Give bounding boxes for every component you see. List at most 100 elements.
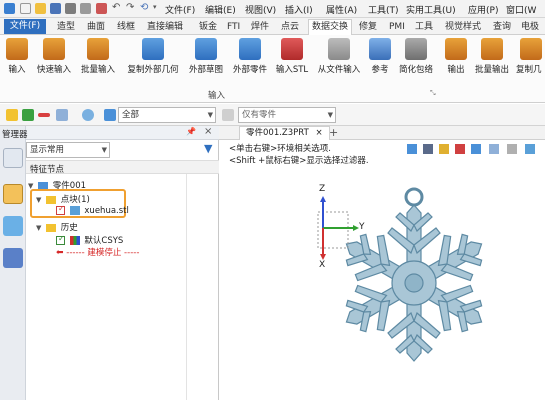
funnel-icon[interactable]: ▼ bbox=[204, 142, 212, 155]
pin-icon[interactable]: 📌 bbox=[186, 127, 196, 136]
menu-insert[interactable]: 插入(I) bbox=[285, 3, 313, 16]
close-tab-icon[interactable]: × bbox=[315, 128, 322, 138]
copy-geometry-export-button[interactable]: 复制几 bbox=[516, 38, 545, 75]
select-arrow-icon[interactable] bbox=[6, 109, 18, 121]
save-all-icon[interactable] bbox=[65, 3, 76, 14]
history-manager-icon[interactable] bbox=[3, 148, 23, 168]
batch-export-label: 批量输出 bbox=[474, 65, 509, 75]
reference-button[interactable]: 参考 bbox=[368, 38, 392, 75]
tab-data-exchange[interactable]: 数据交换 bbox=[308, 19, 353, 35]
manager-header: 管理器 📌 × bbox=[2, 126, 219, 140]
tab-electrode[interactable]: 电极 bbox=[518, 20, 542, 34]
folder-icon bbox=[46, 223, 57, 232]
stl-icon bbox=[281, 38, 303, 60]
external-part-button[interactable]: 外部零件 bbox=[230, 38, 270, 75]
quick-import-button[interactable]: 快速输入 bbox=[34, 38, 74, 75]
tree-history[interactable]: ▼ 历史 bbox=[36, 221, 78, 233]
menu-window[interactable]: 窗口(W bbox=[506, 3, 536, 16]
feature-node-header: 特征节点 bbox=[30, 165, 65, 175]
display-filter-select[interactable]: 显示常用 ▼ bbox=[26, 142, 110, 158]
save-icon[interactable] bbox=[50, 3, 61, 14]
view-manager-icon[interactable] bbox=[3, 216, 23, 236]
tab-weldment[interactable]: 焊件 bbox=[248, 20, 272, 34]
filter-toolbar: 全部 ▼ 仅有零件 ▼ bbox=[0, 104, 545, 126]
ribbon-tab-bar: 文件(F) 造型 曲面 线框 直接编辑 钣金 FTI 焊件 点云 数据交换 修复… bbox=[0, 18, 545, 35]
new-file-icon[interactable] bbox=[20, 3, 31, 14]
import-stl-button[interactable]: 输入STL bbox=[274, 38, 310, 75]
batch-import-button[interactable]: 批量输入 bbox=[78, 38, 118, 75]
export-label: 输出 bbox=[447, 65, 465, 75]
expand-arrow-icon[interactable]: ▼ bbox=[36, 196, 41, 204]
tab-fti[interactable]: FTI bbox=[224, 20, 243, 34]
simplify-wrap-button[interactable]: 简化包络 bbox=[396, 38, 436, 75]
tab-point-cloud[interactable]: 点云 bbox=[278, 20, 302, 34]
filter-funnel-icon[interactable] bbox=[222, 109, 234, 121]
display-filter-value: 显示常用 bbox=[30, 145, 65, 155]
group-expand-icon[interactable]: ⤡ bbox=[430, 89, 436, 98]
manager-title: 管理器 bbox=[2, 130, 28, 140]
add-icon[interactable] bbox=[22, 109, 34, 121]
snowflake-model[interactable] bbox=[332, 187, 496, 362]
checkbox-checked[interactable]: ✓ bbox=[56, 204, 65, 215]
batch-import-icon bbox=[87, 38, 109, 60]
tree-stl-file[interactable]: ✓ xuehua.stl bbox=[56, 204, 129, 216]
close-icon[interactable]: × bbox=[204, 126, 212, 137]
graphics-viewport[interactable]: <单击右键>环境相关选项. <Shift +鼠标右键>显示选择过滤器. Z Y … bbox=[219, 140, 545, 400]
menu-utilities[interactable]: 实用工具(U) bbox=[406, 3, 456, 16]
cut-icon[interactable] bbox=[96, 3, 107, 14]
tab-wireframe[interactable]: 线框 bbox=[114, 20, 138, 34]
add-tab-icon[interactable]: + bbox=[329, 126, 338, 139]
tab-sheet-metal[interactable]: 钣金 bbox=[196, 20, 220, 34]
cube-filter-icon[interactable] bbox=[104, 109, 116, 121]
pick-icon[interactable] bbox=[82, 109, 94, 121]
app-logo-icon[interactable] bbox=[4, 3, 15, 14]
tab-surface[interactable]: 曲面 bbox=[84, 20, 108, 34]
menu-view[interactable]: 视图(V) bbox=[245, 3, 276, 16]
filter-all-select[interactable]: 全部 ▼ bbox=[118, 107, 216, 123]
menu-apps[interactable]: 应用(P) bbox=[468, 3, 498, 16]
external-sketch-label: 外部草图 bbox=[188, 65, 223, 75]
batch-export-icon bbox=[481, 38, 503, 60]
redo-icon[interactable]: ↷ bbox=[126, 2, 134, 13]
import-label: 输入 bbox=[8, 65, 26, 75]
tree-default-csys[interactable]: ✓ 默认CSYS bbox=[56, 234, 123, 246]
checkbox-checked[interactable]: ✓ bbox=[56, 234, 65, 245]
menu-file[interactable]: 文件(F) bbox=[165, 3, 195, 16]
menu-tools[interactable]: 工具(T) bbox=[368, 3, 399, 16]
tree-build-stop[interactable]: ⬅ ------ 建模停止 ----- bbox=[56, 246, 139, 258]
undo-icon[interactable]: ↶ bbox=[112, 2, 120, 13]
tab-repair[interactable]: 修复 bbox=[356, 20, 380, 34]
mesh-icon bbox=[69, 206, 80, 215]
assembly-manager-icon[interactable] bbox=[3, 184, 23, 204]
title-bar: ↶ ↷ ⟲ ▾ 文件(F) 编辑(E) 视图(V) 插入(I) 属性(A) 工具… bbox=[0, 0, 545, 18]
tab-direct-edit[interactable]: 直接编辑 bbox=[144, 20, 186, 34]
remove-icon[interactable] bbox=[38, 113, 50, 117]
menu-attribute[interactable]: 属性(A) bbox=[326, 3, 357, 16]
tab-pmi[interactable]: PMI bbox=[386, 20, 408, 34]
user-icon[interactable] bbox=[3, 248, 23, 268]
external-sketch-button[interactable]: 外部草图 bbox=[186, 38, 226, 75]
tab-query[interactable]: 查询 bbox=[490, 20, 514, 34]
tab-modeling[interactable]: 造型 bbox=[54, 20, 78, 34]
copy-external-geometry-button[interactable]: 复制外部几何 bbox=[124, 38, 182, 75]
tab-file[interactable]: 文件(F) bbox=[4, 19, 46, 34]
import-from-file-button[interactable]: 从文件输入 bbox=[314, 38, 364, 75]
model-canvas[interactable] bbox=[219, 140, 545, 400]
expand-arrow-icon[interactable]: ▼ bbox=[36, 224, 41, 232]
selection-mode-icon[interactable] bbox=[56, 109, 68, 121]
tab-tools[interactable]: 工具 bbox=[412, 20, 436, 34]
tab-visual-style[interactable]: 视觉样式 bbox=[442, 20, 484, 34]
filter-all-value: 全部 bbox=[122, 110, 140, 120]
refresh-icon[interactable]: ⟲ bbox=[140, 2, 148, 13]
tab-part001[interactable]: 零件001.Z3PRT × bbox=[239, 126, 330, 140]
import-button[interactable]: 输入 bbox=[4, 38, 30, 75]
qa-dropdown-icon[interactable]: ▾ bbox=[153, 3, 157, 11]
pick-scope-select[interactable]: 仅有零件 ▼ bbox=[238, 107, 336, 123]
menu-edit[interactable]: 编辑(E) bbox=[205, 3, 236, 16]
open-file-icon[interactable] bbox=[35, 3, 46, 14]
external-part-icon bbox=[239, 38, 261, 60]
batch-export-button[interactable]: 批量输出 bbox=[472, 38, 512, 75]
export-button[interactable]: 输出 bbox=[444, 38, 468, 75]
print-icon[interactable] bbox=[80, 3, 91, 14]
copy-geometry-icon bbox=[142, 38, 164, 60]
